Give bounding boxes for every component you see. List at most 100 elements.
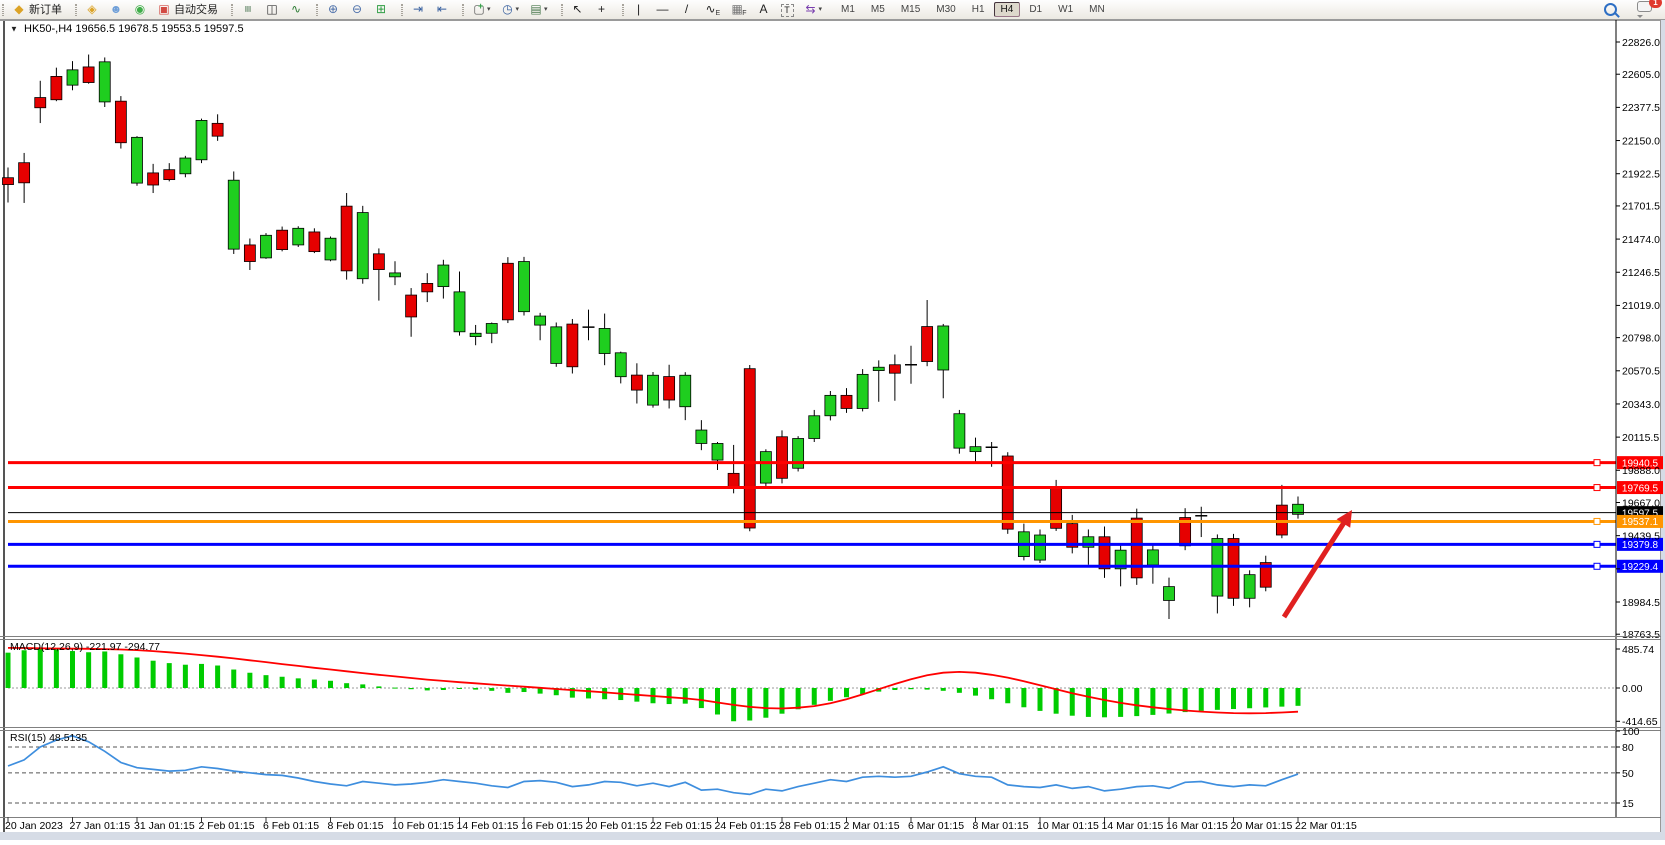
arrows-icon: ⇆ — [804, 2, 818, 16]
macd-histogram-bar — [1215, 688, 1220, 710]
autotrading-icon: ▣ — [157, 2, 171, 16]
candle-bullish — [454, 292, 465, 332]
macd-histogram-bar — [1038, 688, 1043, 711]
macd-histogram-bar — [393, 688, 398, 689]
toolbar-grip — [622, 4, 624, 16]
macd-histogram-bar — [1021, 688, 1026, 707]
price-badge-label: 19537.1 — [1622, 517, 1659, 528]
vertical-line-button[interactable]: | — [628, 0, 650, 18]
time-axis-label: 2 Mar 01:15 — [844, 820, 900, 832]
candle-bearish — [1131, 518, 1142, 578]
toolbar-right: 1 — [1599, 0, 1665, 19]
market-icon: ◈ — [85, 2, 99, 16]
fibonacci-button[interactable]: ▦F — [726, 0, 750, 18]
one-click-toggle[interactable]: ▼ — [10, 25, 18, 34]
time-axis-label: 16 Feb 01:15 — [521, 820, 583, 832]
timeframe-w1[interactable]: W1 — [1051, 2, 1080, 17]
macd-histogram-bar — [892, 688, 897, 690]
candle-bullish — [228, 180, 239, 249]
rsi-axis-label: 15 — [1622, 798, 1634, 810]
horizontal-line-button[interactable]: — — [652, 0, 674, 18]
chart-window[interactable]: 19940.519769.519597.519537.119379.819229… — [0, 20, 1665, 840]
price-axis-label: 19439.5 — [1622, 530, 1660, 542]
auto-scroll-button[interactable]: ⇥ — [407, 0, 429, 18]
candle-bearish — [373, 254, 384, 270]
new-chart-button[interactable]: ▢+▾ — [468, 0, 495, 18]
search-button[interactable] — [1600, 0, 1621, 19]
macd-histogram-bar — [1134, 688, 1139, 716]
timeframe-m15[interactable]: M15 — [894, 2, 927, 17]
macd-histogram-bar — [328, 681, 333, 688]
macd-histogram-bar — [1296, 688, 1301, 706]
candle-bearish — [841, 395, 852, 408]
candle-bullish — [438, 265, 449, 287]
window-left-border — [3, 20, 5, 832]
new-order-button[interactable]: ◆新订单 — [8, 0, 66, 18]
candle-bearish — [244, 245, 255, 262]
price-axis-label: 20343.0 — [1622, 399, 1660, 411]
time-axis-label: 14 Feb 01:15 — [457, 820, 519, 832]
toolbar-grip — [401, 4, 403, 16]
level-handle[interactable] — [1594, 563, 1600, 569]
timeframe-d1[interactable]: D1 — [1022, 2, 1049, 17]
level-handle[interactable] — [1594, 460, 1600, 466]
cursor-button[interactable]: ↖ — [567, 0, 589, 18]
tile-windows-button[interactable]: ⊞ — [370, 0, 392, 18]
macd-histogram-bar — [167, 663, 172, 688]
signals-button[interactable]: ◉ — [129, 0, 151, 18]
candle-bullish — [99, 62, 110, 102]
candlestick-chart-button[interactable]: ◫ — [261, 0, 283, 18]
bar-chart-icon: ≡ — [241, 2, 255, 16]
macd-histogram-bar — [441, 688, 446, 690]
candle-bearish — [164, 170, 175, 180]
trendline-button[interactable]: / — [676, 0, 698, 18]
chart-shift-button[interactable]: ⇤ — [431, 0, 453, 18]
arrows-button[interactable]: ⇆▾ — [800, 0, 827, 18]
timeframe-mn[interactable]: MN — [1082, 2, 1112, 17]
bar-chart-button[interactable]: ≡ — [237, 0, 259, 18]
level-handle[interactable] — [1594, 518, 1600, 524]
timeframe-h4[interactable]: H4 — [994, 2, 1021, 17]
timeframe-m5[interactable]: M5 — [864, 2, 892, 17]
candle-bullish — [470, 333, 481, 336]
macd-histogram-bar — [796, 688, 801, 709]
crosshair-button[interactable]: + — [591, 0, 613, 18]
autotrading-button[interactable]: ▣自动交易 — [153, 0, 222, 18]
community-button[interactable]: ☻ — [105, 0, 127, 18]
line-chart-button[interactable]: ∿ — [285, 0, 307, 18]
toolbar-groups: ◆新订单 ◈ ☻◉▣自动交易 ≡ ◫∿ ⊕ ⊖ ⊞ ⇥⇤ ▢+▾◷▾▤▾ ↖+ |—/∿E▦F AT⇆▾ — [0, 0, 833, 20]
timeframe-h1[interactable]: H1 — [965, 2, 992, 17]
candle-bullish — [648, 375, 659, 405]
candle-bullish — [599, 328, 610, 353]
timeframe-m1[interactable]: M1 — [834, 2, 862, 17]
macd-header: MACD(12,26,9) -221.97 -294.77 — [10, 641, 160, 653]
zoom-in-button[interactable]: ⊕ — [322, 0, 344, 18]
timeframe-m30[interactable]: M30 — [929, 2, 962, 17]
candle-bullish — [293, 228, 304, 245]
equidistant-channel-button[interactable]: ∿E — [700, 0, 725, 18]
notifications-button[interactable]: 1 — [1633, 0, 1656, 19]
candle-bullish — [696, 430, 707, 443]
rsi-axis-label: 80 — [1622, 742, 1634, 754]
candle-bearish — [51, 76, 62, 99]
level-handle[interactable] — [1594, 485, 1600, 491]
candle-bullish — [615, 353, 626, 377]
text-button[interactable]: A — [753, 0, 775, 18]
candle-bullish — [873, 367, 884, 370]
level-handle[interactable] — [1594, 541, 1600, 547]
text-label-button[interactable]: T — [777, 1, 798, 20]
macd-histogram-bar — [763, 688, 768, 718]
macd-histogram-bar — [6, 653, 11, 688]
macd-histogram-bar — [1231, 688, 1236, 709]
text-icon: A — [757, 2, 771, 16]
zoom-out-button[interactable]: ⊖ — [346, 0, 368, 18]
templates-button[interactable]: ▤▾ — [525, 0, 552, 18]
zoom-out-icon: ⊖ — [350, 2, 364, 16]
price-chart[interactable]: 19940.519769.519597.519537.119379.819229… — [0, 20, 1665, 840]
candle-bullish — [357, 213, 368, 279]
fibonacci-icon-letter: F — [742, 10, 746, 17]
period-button[interactable]: ◷▾ — [497, 0, 524, 18]
macd-histogram-bar — [1263, 688, 1268, 707]
market-button[interactable]: ◈ — [81, 0, 103, 18]
price-axis-label: 20115.5 — [1622, 432, 1659, 444]
